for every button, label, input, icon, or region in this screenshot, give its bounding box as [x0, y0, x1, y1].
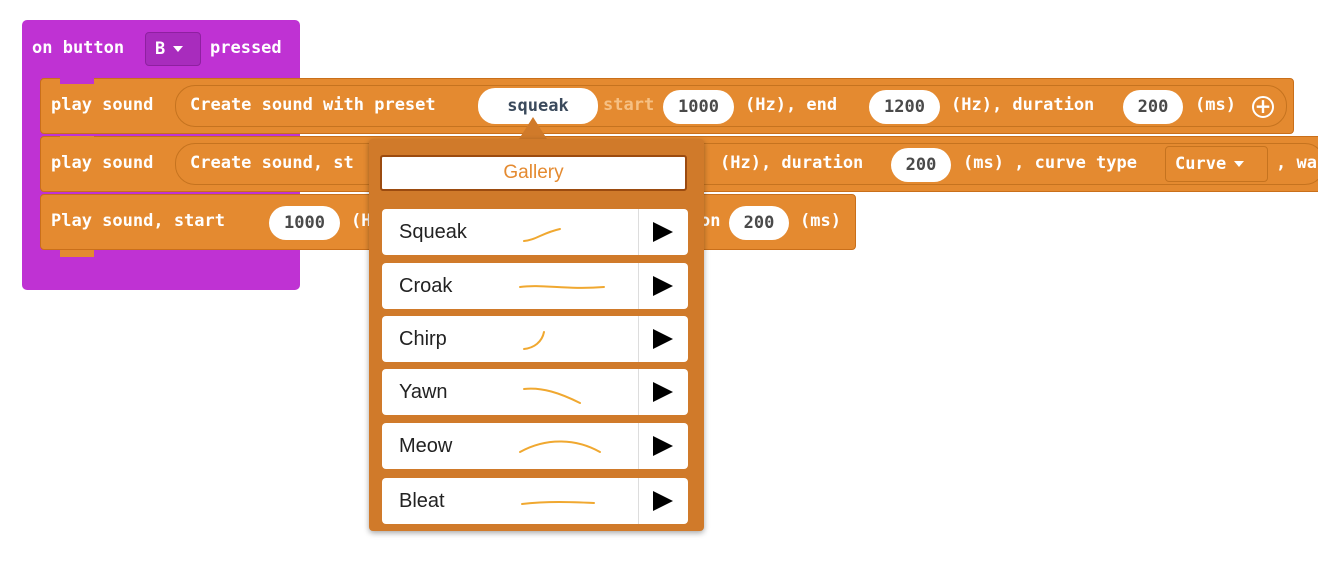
event-prefix: on button: [32, 38, 125, 58]
gallery-item-label: Croak: [399, 275, 453, 297]
ms-label: (ms): [800, 211, 841, 231]
gallery-item-label: Bleat: [399, 490, 445, 512]
gallery-item-label: Chirp: [399, 328, 447, 350]
duration-label: (Hz), duration: [720, 153, 864, 173]
duration-ms-input[interactable]: 200: [891, 148, 951, 182]
duration-label: (Hz), duration: [951, 95, 1095, 115]
button-select-value: B: [155, 39, 166, 59]
end-label: (Hz), end: [745, 95, 838, 115]
divider: [638, 369, 639, 415]
meow-curve-icon: [519, 440, 601, 453]
play-icon[interactable]: [653, 436, 673, 456]
start-label: start: [603, 95, 655, 115]
duration-ms-input[interactable]: 200: [1123, 90, 1183, 124]
gallery-item-bleat[interactable]: Bleat: [382, 478, 688, 524]
plus-icon[interactable]: +: [1252, 96, 1274, 118]
yawn-curve-icon: [523, 387, 581, 404]
gallery-item-squeak[interactable]: Squeak: [382, 209, 688, 255]
event-suffix: pressed: [210, 38, 282, 58]
divider: [638, 263, 639, 309]
play-icon[interactable]: [653, 222, 673, 242]
play-icon[interactable]: [653, 276, 673, 296]
end-hz-input[interactable]: 1200: [869, 90, 940, 124]
croak-curve-icon: [519, 285, 605, 289]
chevron-down-icon: [1234, 161, 1245, 167]
gallery-item-croak[interactable]: Croak: [382, 263, 688, 309]
gallery-item-label: Squeak: [399, 221, 467, 243]
gallery-item-meow[interactable]: Meow: [382, 423, 688, 469]
play-sound-start-label: Play sound, start: [51, 211, 225, 231]
gallery-item-label: Meow: [399, 435, 453, 457]
curve-type-value: Curve: [1175, 154, 1227, 174]
play-icon[interactable]: [653, 382, 673, 402]
start-hz-input[interactable]: 1000: [269, 206, 340, 240]
block-notch: [60, 78, 94, 84]
gallery-item-yawn[interactable]: Yawn: [382, 369, 688, 415]
play-icon[interactable]: [653, 329, 673, 349]
squeak-curve-icon: [523, 228, 561, 242]
gallery-button[interactable]: Gallery: [380, 155, 687, 191]
play-sound-label: play sound: [51, 153, 154, 173]
gallery-item-label: Yawn: [399, 381, 448, 403]
divider: [638, 423, 639, 469]
button-select-dropdown[interactable]: B: [145, 32, 201, 66]
block-notch: [60, 136, 94, 142]
curve-type-dropdown[interactable]: Curve: [1165, 146, 1268, 182]
play-sound-label: play sound: [51, 95, 154, 115]
duration-ms-input[interactable]: 200: [729, 206, 789, 240]
divider: [638, 209, 639, 255]
play-icon[interactable]: [653, 491, 673, 511]
chirp-curve-icon: [523, 331, 545, 350]
start-hz-input[interactable]: 1000: [663, 90, 734, 124]
waveform-label-partial: , wa: [1276, 153, 1317, 173]
dropdown-caret: [519, 117, 547, 139]
block-notch: [60, 250, 94, 257]
divider: [638, 316, 639, 362]
chevron-down-icon: [173, 46, 184, 52]
divider: [638, 478, 639, 524]
gallery-item-chirp[interactable]: Chirp: [382, 316, 688, 362]
bleat-curve-icon: [521, 501, 595, 505]
create-sound-preset-label: Create sound with preset: [190, 95, 436, 115]
create-sound-label: Create sound, st: [190, 153, 354, 173]
ms-label: (ms): [1195, 95, 1236, 115]
curve-type-label: (ms) , curve type: [963, 153, 1137, 173]
